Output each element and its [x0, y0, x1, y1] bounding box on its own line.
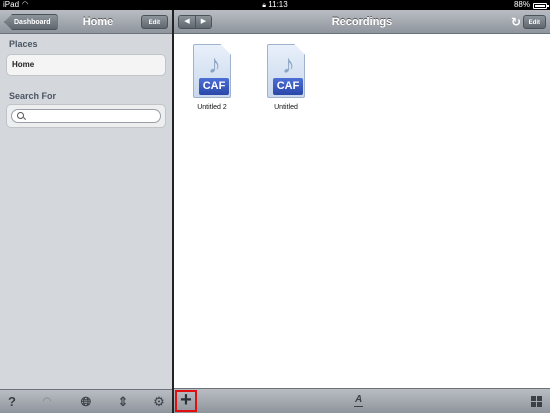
sort-icon[interactable]: ⇕: [115, 394, 131, 410]
globe-icon[interactable]: 🌐︎: [78, 394, 94, 410]
places-item-home[interactable]: Home: [6, 54, 166, 76]
battery-percent: 88%: [513, 0, 530, 9]
help-icon[interactable]: ?: [4, 394, 20, 410]
file-item[interactable]: ♪ CAF Untitled 2: [182, 44, 242, 111]
file-name: Untitled: [274, 104, 298, 111]
file-type-badge: CAF: [273, 78, 303, 95]
status-bar: iPad ◠ 🔒︎ 11:13 88%: [0, 0, 550, 10]
file-grid: ♪ CAF Untitled 2 ♪ CAF Untitled: [174, 34, 550, 388]
search-icon: [17, 112, 24, 119]
sidebar-nav-bar: Dashboard Home Edit: [0, 10, 172, 34]
sidebar-toolbar: ? ◠ 🌐︎ ⇕ ⚙: [0, 389, 172, 413]
audio-file-icon: ♪ CAF: [267, 44, 305, 98]
refresh-icon[interactable]: ↻: [510, 15, 522, 29]
search-field[interactable]: [11, 109, 161, 128]
battery-icon: [533, 3, 549, 9]
status-right: 88%: [513, 0, 549, 10]
search-input[interactable]: [12, 115, 160, 128]
status-time: 11:13: [268, 0, 288, 9]
grid-cell: [531, 402, 536, 407]
music-note-icon: ♪: [282, 49, 295, 79]
sidebar: Dashboard Home Edit Places Home Search F…: [0, 10, 172, 413]
sidebar-edit-button[interactable]: Edit: [140, 15, 168, 29]
grid-view-icon[interactable]: [531, 396, 542, 407]
grid-cell: [537, 396, 542, 401]
lock-icon: 🔒︎: [262, 2, 267, 9]
add-icon[interactable]: +: [175, 390, 197, 412]
main-title: Recordings: [331, 16, 393, 28]
audio-file-icon: ♪ CAF: [193, 44, 231, 98]
grid-cell: [531, 396, 536, 401]
file-item[interactable]: ♪ CAF Untitled: [256, 44, 316, 111]
font-icon[interactable]: A: [354, 393, 364, 407]
file-type-badge: CAF: [199, 78, 229, 95]
search-container: [6, 104, 166, 128]
main-toolbar: + A: [174, 388, 550, 413]
main-nav-bar: ◀ ▶ Recordings ↻ Edit: [174, 10, 550, 34]
file-name: Untitled 2: [197, 104, 227, 111]
main-edit-button[interactable]: Edit: [522, 15, 546, 29]
grid-cell: [537, 402, 542, 407]
gear-icon[interactable]: ⚙: [151, 394, 167, 410]
main-pane: ◀ ▶ Recordings ↻ Edit ♪ CAF Untitled 2 ♪…: [174, 10, 550, 413]
wifi-icon[interactable]: ◠: [39, 394, 55, 410]
music-note-icon: ♪: [208, 49, 221, 79]
search-header: Search For: [9, 91, 57, 101]
places-header: Places: [9, 39, 38, 49]
